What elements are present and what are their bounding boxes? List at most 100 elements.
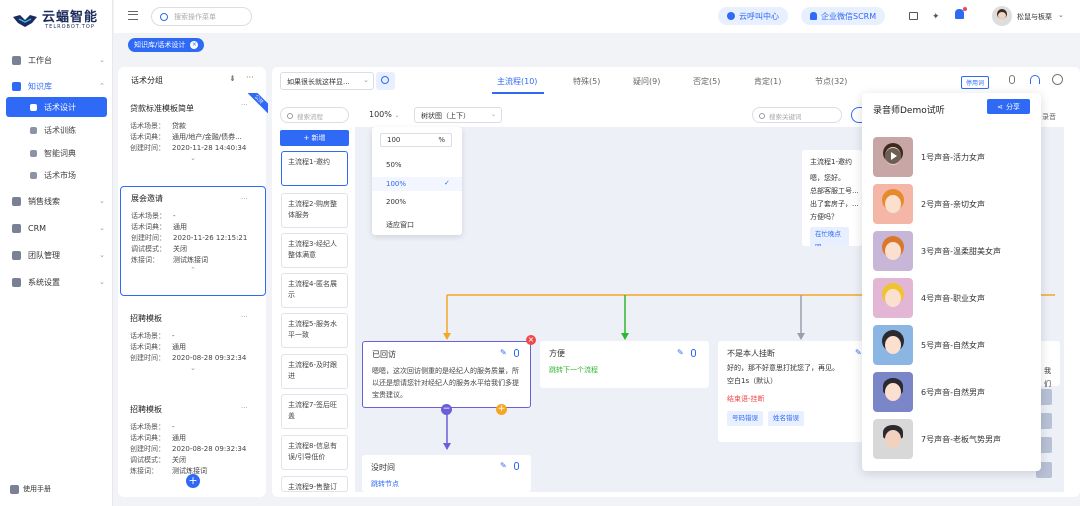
collapse-node-icon[interactable]: − xyxy=(441,404,452,415)
flow-search[interactable]: 搜索流程 xyxy=(280,107,349,123)
headphone-icon[interactable] xyxy=(1030,75,1040,84)
voice-avatar[interactable] xyxy=(873,278,913,318)
voice-item[interactable]: 7号声音-老板气势男声 xyxy=(873,419,1001,459)
mic-icon[interactable] xyxy=(691,349,696,357)
keyword-search[interactable]: 搜索关键词 xyxy=(752,107,842,123)
voice-item[interactable]: 4号声音-职业女声 xyxy=(873,278,985,318)
flow-item[interactable]: 主流程8-信息有误/引导低价 xyxy=(281,435,348,470)
edit-icon[interactable]: ✎ xyxy=(500,461,507,470)
nav-manual[interactable]: 使用手册 xyxy=(0,478,113,500)
voice-item[interactable]: 3号声音-温柔甜美女声 xyxy=(873,231,1001,271)
settings-icon[interactable] xyxy=(1052,74,1063,85)
flow-item[interactable]: 主流程2-购房整体服务 xyxy=(281,193,348,228)
tag: 姓名错误 xyxy=(768,411,804,426)
tab-special[interactable]: 特殊(5) xyxy=(573,76,600,87)
more-icon[interactable]: ··· xyxy=(241,195,248,203)
nav-script-training[interactable]: 话术训练 xyxy=(0,120,113,140)
tab-positive[interactable]: 肯定(1) xyxy=(754,76,781,87)
chevron-up-icon[interactable]: ⌃ xyxy=(131,266,255,274)
zoom-option[interactable]: 100% xyxy=(386,180,406,188)
mic-icon[interactable] xyxy=(1009,75,1015,84)
nav-workbench[interactable]: 工作台 ⌄ xyxy=(0,49,113,71)
nav-library[interactable]: 知识库 ⌃ xyxy=(0,75,113,97)
voice-item[interactable]: 5号声音-自然女声 xyxy=(873,325,985,365)
manual-icon xyxy=(10,484,19,494)
wecom-scrm-button[interactable]: 企业微信SCRM xyxy=(801,7,886,25)
chevron-down-icon[interactable]: ⌄ xyxy=(130,154,256,162)
flow-item[interactable]: 主流程9-售整订 xyxy=(281,476,348,492)
nav-settings[interactable]: 系统设置 ⌄ xyxy=(0,271,113,293)
sort-icon[interactable]: ⇟ xyxy=(229,74,236,83)
nav-script-market[interactable]: 话术市场 xyxy=(0,165,113,185)
edit-icon[interactable]: ✎ xyxy=(855,348,862,357)
script-search-button[interactable] xyxy=(376,72,395,90)
menu-search[interactable]: 搜索操作菜单 xyxy=(151,7,252,26)
logo: 云蝠智能 TELROBOT.TOP xyxy=(12,11,98,30)
share-button[interactable]: ⋖ 分享 xyxy=(987,99,1030,114)
video-icon[interactable] xyxy=(909,12,918,20)
flow-item[interactable]: 主流程5-服务水平一致 xyxy=(281,313,348,348)
voice-popup-title: 录音师Demo试听 xyxy=(873,106,945,116)
more-icon[interactable]: ··· xyxy=(241,313,248,321)
nav-script-design[interactable]: 话术设计 xyxy=(6,97,107,117)
bell-icon[interactable] xyxy=(955,7,967,19)
flow-item[interactable]: 主流程7-签后旺盖 xyxy=(281,394,348,429)
nav-crm[interactable]: CRM ⌄ xyxy=(0,217,113,239)
user-avatar[interactable] xyxy=(992,6,1012,26)
pin-icon[interactable]: ✦ xyxy=(932,12,940,22)
voice-item[interactable]: 2号声音-亲切女声 xyxy=(873,184,985,224)
nav-sales-leads[interactable]: 销售线索 ⌄ xyxy=(0,190,113,212)
zoom-input[interactable]: 100% xyxy=(380,133,452,147)
breadcrumb-chip[interactable]: 知识库/话术设计 × xyxy=(128,38,205,52)
person-icon xyxy=(810,12,817,20)
nav-smart-dict[interactable]: 智能词典 xyxy=(0,143,113,163)
flow-node-not-self[interactable]: 不是本人挂断 好的，那不好意思打扰您了，再见。 空白1s（默认） 结束语-挂断 … xyxy=(718,341,868,442)
more-icon[interactable]: ··· xyxy=(246,73,254,82)
settings-icon xyxy=(12,277,21,287)
flow-item[interactable]: 主流程4-匿名展示 xyxy=(281,273,348,308)
voice-avatar[interactable] xyxy=(873,184,913,224)
voice-item[interactable]: 6号声音-自然男声 xyxy=(873,372,985,412)
user-name[interactable]: 松鼠与板栗 xyxy=(1017,12,1052,22)
zoom-option[interactable]: 200% xyxy=(386,198,406,206)
more-icon[interactable]: ··· xyxy=(241,101,248,109)
flow-item[interactable]: 主流程3-经纪人整体满意 xyxy=(281,233,348,268)
voice-avatar[interactable] xyxy=(873,372,913,412)
tab-nodes[interactable]: 节点(32) xyxy=(815,76,847,87)
menu-collapse-icon[interactable] xyxy=(128,11,138,20)
voice-avatar[interactable] xyxy=(873,231,913,271)
more-icon[interactable]: ··· xyxy=(241,404,248,412)
chevron-down-icon[interactable]: ⌄ xyxy=(130,364,256,372)
topbar: 搜索操作菜单 云呼叫中心 企业微信SCRM ✦ 松鼠与板栗 ⌄ xyxy=(114,0,1080,33)
edit-icon[interactable]: ✎ xyxy=(500,348,507,357)
call-center-button[interactable]: 云呼叫中心 xyxy=(718,7,788,25)
zoom-option[interactable]: 50% xyxy=(386,161,402,169)
edit-icon[interactable]: ✎ xyxy=(677,348,684,357)
mic-icon[interactable] xyxy=(514,349,519,357)
zoom-dropdown: 100% 50% 100% ✓ 200% 适应窗口 xyxy=(372,127,462,235)
mic-icon[interactable] xyxy=(514,462,519,470)
tab-question[interactable]: 疑问(9) xyxy=(633,76,660,87)
voice-avatar[interactable] xyxy=(873,419,913,459)
flow-node-start[interactable]: 主流程1-邀约 嗯，您好。 总部客服工号... 出了套房子，... 方便吗？ 在… xyxy=(802,150,862,246)
group-card[interactable]: 贷款标准模板简单 公共 话术场景： 贷款 话术词典： 通用/地产/金融/债券... … xyxy=(120,93,268,179)
tab-negative[interactable]: 否定(5) xyxy=(693,76,720,87)
voice-avatar[interactable] xyxy=(873,325,913,365)
delete-node-icon[interactable]: × xyxy=(526,335,536,345)
script-select[interactable]: 如果很长就这样显... ⌄ xyxy=(280,72,374,90)
nav-team[interactable]: 团队管理 ⌄ xyxy=(0,244,113,266)
voice-avatar[interactable] xyxy=(873,137,913,177)
tab-main-flow[interactable]: 主流程(10) xyxy=(497,76,537,87)
zoom-select[interactable]: 100% ⌄ xyxy=(369,110,399,119)
flow-item[interactable]: 主流程6-及时跟进 xyxy=(281,354,348,389)
chevron-down-icon[interactable]: ⌄ xyxy=(1058,11,1064,19)
add-node-icon[interactable]: + xyxy=(496,404,507,415)
voice-item[interactable]: 1号声音-活力女声 xyxy=(873,137,985,177)
common-words-button[interactable]: 停用词 xyxy=(961,76,990,89)
zoom-option[interactable]: 适应窗口 xyxy=(386,220,414,230)
add-flow-button[interactable]: + 新增 xyxy=(280,130,349,146)
layout-select[interactable]: 树状图（上下） ⌄ xyxy=(414,107,502,123)
add-group-button[interactable]: + xyxy=(186,474,200,488)
close-icon[interactable]: × xyxy=(190,41,199,49)
flow-item[interactable]: 主流程1-邀约 xyxy=(281,151,348,186)
